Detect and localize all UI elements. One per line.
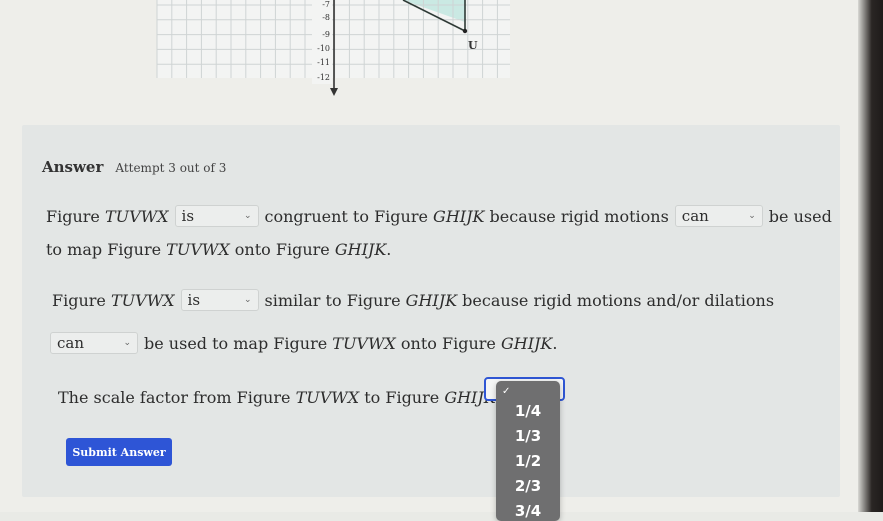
text: to map Figure	[46, 240, 167, 259]
scale-factor-dropdown: ✓ 1/4 1/3 1/2 2/3 3/4	[496, 381, 560, 521]
figure-name: TUVWX	[332, 333, 396, 353]
figure-name: TUVWX	[295, 388, 360, 407]
text: to Figure	[359, 388, 445, 407]
q1-line1: Figure TUVWX is ⌄ congruent to Figure GHI…	[46, 205, 832, 227]
y-axis-arrow	[330, 88, 338, 96]
q1-can-select[interactable]: can ⌄	[674, 205, 763, 227]
text: be used	[768, 206, 832, 226]
attempt-counter: Attempt 3 out of 3	[115, 161, 227, 175]
y-tick-label: -11	[317, 58, 330, 67]
text: similar to Figure	[264, 290, 401, 310]
vertex-label: U	[468, 39, 478, 52]
select-value: can	[681, 207, 709, 225]
q2-line2: can ⌄ be used to map Figure TUVWX onto Fi…	[50, 332, 557, 354]
figure-name: TUVWX	[104, 206, 169, 226]
select-value: is	[181, 207, 195, 225]
text: because rigid motions	[484, 206, 669, 226]
chevron-down-icon: ⌄	[243, 211, 252, 221]
chevron-down-icon: ⌄	[748, 211, 756, 221]
chevron-down-icon: ⌄	[243, 295, 252, 305]
text: be used to map Figure	[144, 333, 333, 353]
text: .	[552, 333, 558, 353]
submit-answer-button[interactable]: Submit Answer	[66, 438, 172, 466]
y-tick-label: -7	[322, 0, 330, 9]
screen-edge	[858, 0, 883, 512]
text: The scale factor from Figure	[58, 388, 296, 407]
vertex-point	[462, 28, 468, 34]
q3-line: The scale factor from Figure TUVWX to Fi…	[58, 388, 509, 407]
q1-line2: to map Figure TUVWX onto Figure GHIJK.	[46, 240, 391, 259]
text: congruent to Figure	[264, 206, 428, 226]
check-icon: ✓	[502, 386, 511, 397]
select-value: can	[57, 334, 85, 352]
y-tick-label: -10	[317, 44, 330, 53]
text: Figure	[46, 206, 100, 226]
figure-name: GHIJK	[405, 290, 458, 310]
option-1-3[interactable]: 1/3	[496, 427, 560, 445]
option-1-4[interactable]: 1/4	[496, 402, 560, 420]
figure-name: TUVWX	[166, 240, 230, 259]
text: onto Figure	[229, 240, 335, 259]
answer-header: Answer Attempt 3 out of 3	[42, 158, 226, 176]
select-value: is	[187, 291, 201, 309]
q2-line1: Figure TUVWX is ⌄ similar to Figure GHIJK…	[52, 289, 774, 311]
text: because rigid motions and/or dilations	[457, 290, 775, 310]
option-2-3[interactable]: 2/3	[496, 477, 560, 495]
option-1-2[interactable]: 1/2	[496, 452, 560, 470]
figure-name: GHIJK	[500, 333, 553, 353]
answer-panel: Answer Attempt 3 out of 3 Figure TUVWX i…	[22, 125, 840, 497]
graph-svg: U -7 -8 -9 -10 -11 -12	[156, 0, 510, 96]
option-3-4[interactable]: 3/4	[496, 502, 560, 520]
text: Figure	[52, 290, 106, 310]
answer-title: Answer	[42, 158, 104, 176]
q1-congruence-select[interactable]: is ⌄	[174, 205, 259, 227]
y-tick-label: -8	[322, 13, 330, 22]
figure-name: GHIJK	[433, 206, 485, 226]
text: onto Figure	[395, 333, 501, 353]
figure-name: GHIJK	[334, 240, 387, 259]
text: .	[386, 240, 392, 259]
y-tick-label: -12	[317, 73, 330, 82]
q2-can-select[interactable]: can ⌄	[50, 332, 138, 354]
figure-name: TUVWX	[110, 290, 175, 310]
chevron-down-icon: ⌄	[123, 338, 131, 348]
coordinate-graph: U -7 -8 -9 -10 -11 -12	[155, 0, 512, 96]
y-tick-label: -9	[322, 30, 330, 39]
q2-similarity-select[interactable]: is ⌄	[180, 289, 259, 311]
